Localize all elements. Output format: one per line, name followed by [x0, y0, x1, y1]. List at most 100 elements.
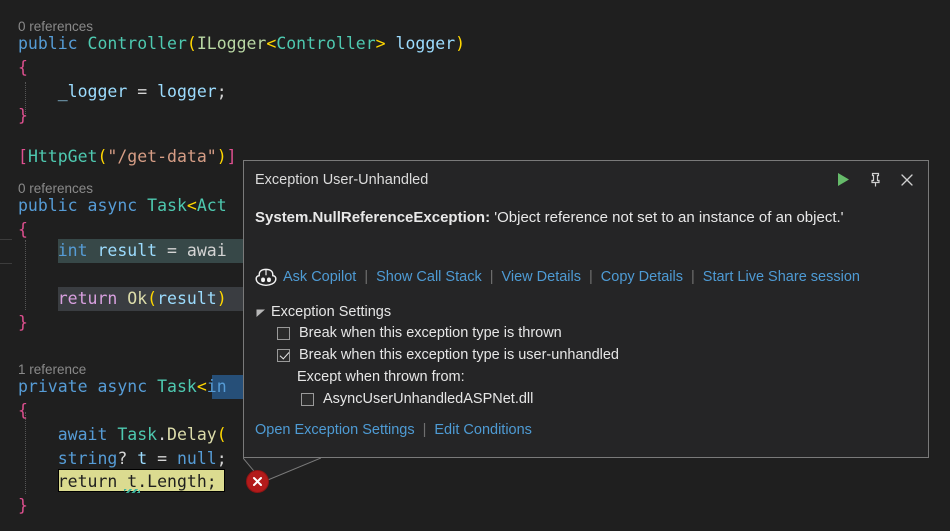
token-space [78, 34, 88, 53]
token-brace: { [18, 401, 28, 420]
token-operator: = [127, 82, 157, 101]
token-field: _logger [58, 82, 128, 101]
token-type: Controller [276, 34, 375, 53]
token-space [386, 34, 396, 53]
token-interface: ILogger [197, 34, 267, 53]
token-indent [18, 472, 58, 491]
code-line: } [0, 311, 28, 335]
code-line: private async Task<in [0, 375, 227, 399]
view-details-link[interactable]: View Details [501, 269, 581, 285]
code-line: } [0, 104, 28, 128]
except-from-module-row[interactable]: AsyncUserUnhandledASPNet.dll [301, 388, 619, 410]
token-space [107, 425, 117, 444]
token-variable: logger [157, 82, 217, 101]
token-punct: ) [217, 289, 227, 308]
dialog-title: Exception User-Unhandled [255, 172, 428, 188]
code-line: { [0, 399, 28, 423]
error-x-glyph [252, 476, 263, 487]
token-indent [18, 241, 58, 260]
break-when-user-unhandled-row[interactable]: Break when this exception type is user-u… [277, 344, 619, 366]
token-keyword: string [58, 449, 118, 468]
exception-message: System.NullReferenceException: 'Object r… [255, 207, 916, 228]
continue-button[interactable] [828, 166, 858, 194]
token-angle: > [376, 34, 386, 53]
code-line: { [0, 56, 28, 80]
token-keyword: async [97, 377, 147, 396]
token-punct: ; [217, 449, 227, 468]
start-live-share-session-link[interactable]: Start Live Share session [703, 269, 860, 285]
token-punct: ? [117, 449, 137, 468]
token-parameter: logger [396, 34, 456, 53]
exception-settings-label: Exception Settings [271, 304, 391, 320]
token-keyword: private [18, 377, 88, 396]
token-space [78, 196, 88, 215]
token-type: Act [197, 196, 227, 215]
exception-settings-section: Exception Settings Break when this excep… [255, 301, 619, 410]
code-line: string? t = null; [0, 447, 227, 471]
token-type: Task [147, 196, 187, 215]
ask-copilot-link[interactable]: Ask Copilot [283, 269, 356, 285]
token-bracket: ] [227, 147, 237, 166]
token-brace: { [18, 220, 28, 239]
token-keyword: public [18, 196, 78, 215]
code-line: [HttpGet("/get-data")] [0, 145, 237, 169]
exception-helper-dialog[interactable]: Exception User-Unhandled System.NullRefe… [243, 160, 929, 458]
token-method: Ok [127, 289, 147, 308]
triangle-down-icon[interactable] [255, 306, 267, 318]
token-punct: ) [455, 34, 465, 53]
token-method: Delay [167, 425, 217, 444]
token-angle: < [187, 196, 197, 215]
token-keyword: return [58, 289, 118, 308]
copilot-icon [255, 267, 277, 287]
token-indent [18, 289, 58, 308]
code-line: int result = awai [0, 239, 227, 263]
open-exception-settings-link[interactable]: Open Exception Settings [255, 422, 415, 438]
bottom-links-row: Open Exception Settings | Edit Condition… [255, 419, 532, 441]
token-punct: . [137, 472, 147, 491]
token-space [88, 241, 98, 260]
pin-icon [868, 172, 883, 188]
token-brace: } [18, 496, 28, 515]
token-keyword: null [177, 449, 217, 468]
token-variable: result [98, 241, 158, 260]
link-separator: | [691, 269, 695, 285]
token-space [117, 289, 127, 308]
token-keyword-partial: awai [187, 241, 227, 260]
link-separator: | [589, 269, 593, 285]
token-space [137, 196, 147, 215]
token-type: in [207, 377, 227, 396]
token-brace: } [18, 313, 28, 332]
titlebar-buttons [828, 166, 928, 194]
code-line: } [0, 494, 28, 518]
break-when-thrown-row[interactable]: Break when this exception type is thrown [277, 322, 619, 344]
show-call-stack-link[interactable]: Show Call Stack [376, 269, 482, 285]
token-keyword: int [58, 241, 88, 260]
except-from-module-checkbox[interactable] [301, 393, 314, 406]
link-separator: | [364, 269, 368, 285]
link-separator: | [490, 269, 494, 285]
token-space [147, 377, 157, 396]
code-line-current: return t.Length; [0, 470, 217, 494]
edit-conditions-link[interactable]: Edit Conditions [434, 422, 532, 438]
close-button[interactable] [892, 166, 922, 194]
exception-type: System.NullReferenceException: [255, 209, 490, 226]
token-type: Task [157, 377, 197, 396]
token-punct: ) [217, 147, 227, 166]
token-punct: ( [187, 34, 197, 53]
pin-button[interactable] [860, 166, 890, 194]
except-when-thrown-from-label: Except when thrown from: [297, 366, 619, 388]
error-x-icon[interactable] [246, 470, 269, 493]
except-from-module-label: AsyncUserUnhandledASPNet.dll [323, 391, 533, 407]
token-punct: ( [217, 425, 227, 444]
token-punct: ( [147, 289, 157, 308]
copy-details-link[interactable]: Copy Details [601, 269, 683, 285]
exception-settings-header[interactable]: Exception Settings [255, 301, 619, 322]
break-when-user-unhandled-checkbox[interactable] [277, 349, 290, 362]
code-line: public Controller(ILogger<Controller> lo… [0, 32, 465, 56]
token-punct: ; [207, 472, 217, 491]
break-when-user-unhandled-label: Break when this exception type is user-u… [299, 347, 619, 363]
token-variable: result [157, 289, 217, 308]
token-punct: ( [97, 147, 107, 166]
break-when-thrown-checkbox[interactable] [277, 327, 290, 340]
token-punct: ; [217, 82, 227, 101]
